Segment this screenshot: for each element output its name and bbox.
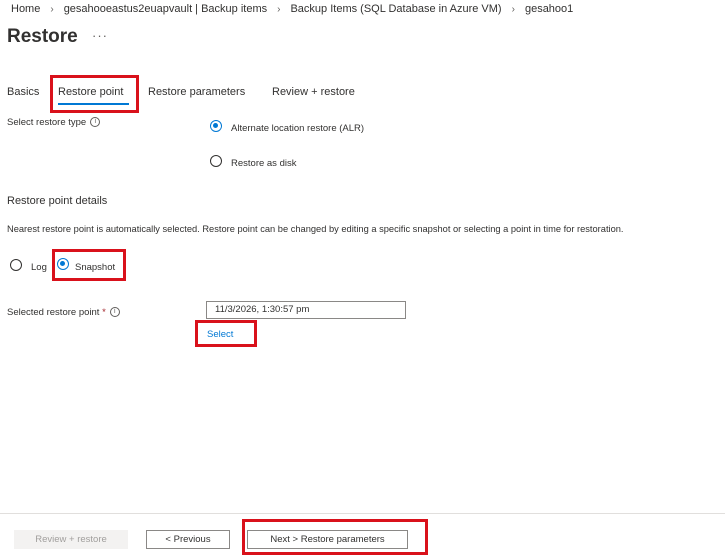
breadcrumb-home[interactable]: Home xyxy=(11,3,40,15)
restore-point-description: Nearest restore point is automatically s… xyxy=(7,224,624,234)
tab-review-restore[interactable]: Review + restore xyxy=(272,86,355,98)
selected-restore-point-label: Selected restore point * i xyxy=(7,307,120,318)
radio-alr[interactable] xyxy=(210,120,222,132)
radio-snapshot[interactable] xyxy=(57,258,69,270)
tab-basics[interactable]: Basics xyxy=(7,86,39,98)
restore-point-details-heading: Restore point details xyxy=(7,195,108,207)
radio-log-label[interactable]: Log xyxy=(31,262,47,273)
chevron-right-icon: › xyxy=(50,3,54,15)
tab-restore-parameters[interactable]: Restore parameters xyxy=(148,86,245,98)
breadcrumb: Home › gesahooeastus2euapvault | Backup … xyxy=(11,3,573,15)
chevron-right-icon: › xyxy=(277,3,281,15)
required-mark: * xyxy=(102,307,106,318)
highlight-box-tab xyxy=(50,75,139,113)
chevron-right-icon: › xyxy=(511,3,515,15)
restore-type-label-text: Select restore type xyxy=(7,117,87,128)
breadcrumb-item[interactable]: gesahoo1 xyxy=(525,3,573,15)
review-restore-button[interactable]: Review + restore xyxy=(14,530,128,549)
radio-log[interactable] xyxy=(10,259,22,271)
selected-restore-point-label-text: Selected restore point xyxy=(7,307,100,318)
more-options-icon[interactable]: ··· xyxy=(92,28,108,43)
select-link[interactable]: Select xyxy=(207,329,233,340)
restore-type-label: Select restore type i xyxy=(7,117,101,128)
radio-restore-as-disk-label[interactable]: Restore as disk xyxy=(231,158,296,169)
previous-button[interactable]: < Previous xyxy=(146,530,230,549)
selected-restore-point-field[interactable]: 11/3/2026, 1:30:57 pm xyxy=(206,301,406,319)
breadcrumb-backup-items[interactable]: Backup Items (SQL Database in Azure VM) xyxy=(290,3,501,15)
radio-snapshot-label[interactable]: Snapshot xyxy=(75,262,115,273)
info-icon[interactable]: i xyxy=(90,117,101,128)
breadcrumb-vault[interactable]: gesahooeastus2euapvault | Backup items xyxy=(64,3,267,15)
radio-alr-label[interactable]: Alternate location restore (ALR) xyxy=(231,123,364,134)
next-button[interactable]: Next > Restore parameters xyxy=(247,530,408,549)
page-title: Restore xyxy=(7,26,78,47)
radio-restore-as-disk[interactable] xyxy=(210,155,222,167)
info-icon[interactable]: i xyxy=(109,307,120,318)
footer-divider xyxy=(0,513,725,514)
